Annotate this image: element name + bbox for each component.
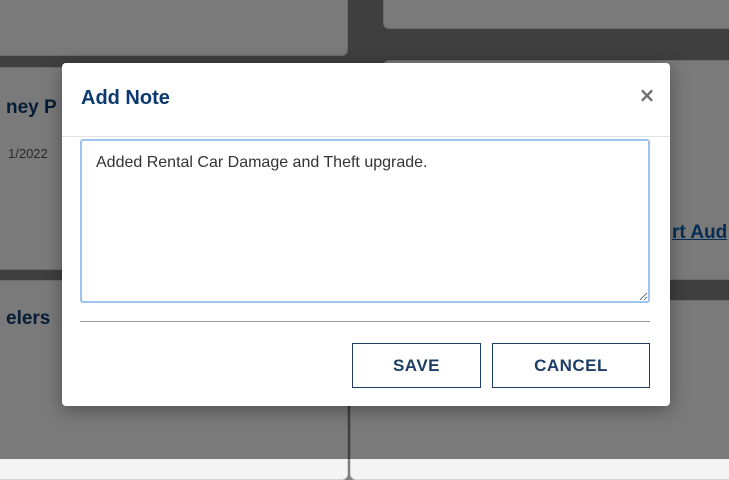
cancel-button[interactable]: CANCEL <box>492 343 650 388</box>
header-divider <box>62 136 670 137</box>
footer-divider <box>80 321 650 322</box>
dialog-title: Add Note <box>81 87 170 109</box>
add-note-dialog: Add Note × SAVE CANCEL <box>62 63 670 406</box>
close-icon[interactable]: × <box>638 85 656 105</box>
note-textarea[interactable] <box>80 139 650 303</box>
save-button[interactable]: SAVE <box>352 343 481 388</box>
